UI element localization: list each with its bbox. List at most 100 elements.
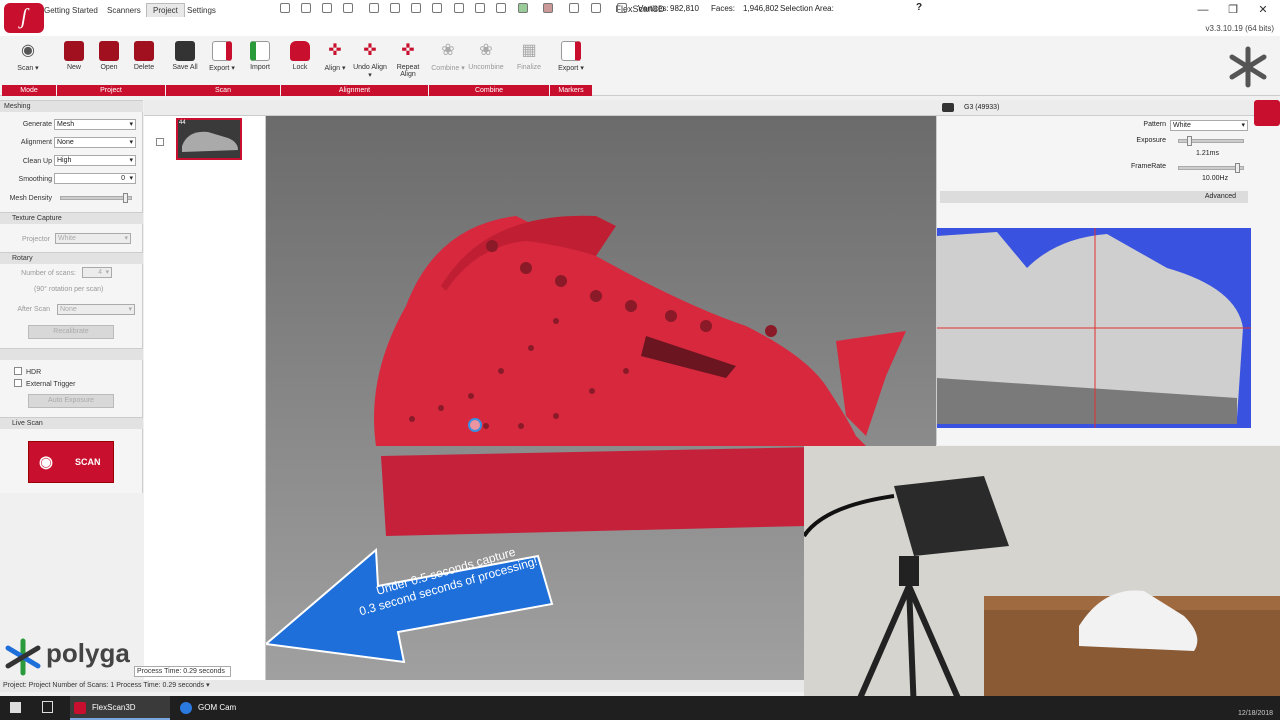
help-button[interactable]: ? (916, 2, 922, 13)
tab-scanners[interactable]: Scanners (101, 4, 147, 17)
maximize-button[interactable]: ❐ (1220, 2, 1246, 18)
section-live-scan[interactable]: Live Scan (0, 417, 143, 429)
repeat-align-label: Repeat Align (396, 64, 420, 78)
save-all-button[interactable]: Save All (167, 39, 203, 85)
shoe-thumbnail-icon (182, 131, 238, 152)
view-top-icon[interactable] (343, 3, 353, 13)
tab-project[interactable]: Project (146, 3, 185, 17)
tab-getting-started[interactable]: Getting Started (38, 4, 104, 17)
scan-mode-button[interactable]: ◉ Scan ▾ (8, 39, 48, 85)
section-meshing[interactable]: Meshing (0, 100, 143, 112)
tab-settings[interactable]: Settings (181, 4, 222, 17)
taskbar-gom-cam[interactable]: GOM Cam (176, 696, 276, 720)
alignment-label: Alignment (20, 139, 52, 146)
smoothing-label: Smoothing (18, 176, 52, 183)
rotation-note: (90° rotation per scan) (34, 286, 104, 293)
mesh-density-label: Mesh Density (9, 195, 52, 202)
rect-select-icon[interactable] (475, 3, 485, 13)
view-side-icon[interactable] (322, 3, 332, 13)
mesh-density-knob[interactable] (123, 193, 128, 203)
scan-thumbnail[interactable]: 44 (176, 118, 242, 160)
alignment-select[interactable]: None (54, 137, 136, 148)
rotate-icon[interactable] (496, 3, 506, 13)
auto-exposure-button[interactable]: Auto Exposure (28, 394, 114, 408)
fit-icon[interactable] (411, 3, 421, 13)
framerate-slider[interactable] (1178, 163, 1244, 173)
windows-start-icon[interactable] (10, 702, 21, 713)
projector-select[interactable]: White (55, 233, 131, 244)
lock-button[interactable]: Lock (282, 39, 318, 85)
pattern-select[interactable]: White (1170, 120, 1248, 131)
delete-label: Delete (133, 64, 155, 71)
open-button[interactable]: Open (91, 39, 127, 85)
camera-icon[interactable] (942, 103, 954, 112)
polyga-wordmark: polyga (46, 638, 130, 668)
group-markers: Markers (550, 85, 592, 96)
scan-visibility-checkbox[interactable] (156, 138, 168, 147)
viewport-toolbar (144, 100, 936, 116)
export-button[interactable]: Export ▾ (204, 39, 240, 85)
delete-button[interactable]: Delete (126, 39, 162, 85)
taskbar-flexscan3d-label: FlexScan3D (92, 703, 136, 712)
generate-select[interactable]: Mesh (54, 119, 136, 130)
framerate-label: FrameRate (1130, 163, 1166, 170)
view-iso-icon[interactable] (280, 3, 290, 13)
combine-icon: ❀ (441, 42, 455, 59)
advanced-toggle[interactable]: Advanced (940, 191, 1248, 203)
cleanup-select[interactable]: High (54, 155, 136, 166)
app-logo[interactable]: ʃ (4, 3, 44, 33)
exposure-slider[interactable] (1178, 136, 1244, 146)
repeat-align-icon: ✜ (401, 42, 415, 59)
taskbar-flexscan3d[interactable]: FlexScan3D (70, 696, 170, 720)
camera-name: G3 (49933) (964, 104, 1000, 111)
num-scans-spinner[interactable]: 4 (82, 267, 112, 278)
repeat-align-button[interactable]: ✜ Repeat Align (390, 39, 426, 85)
process-time-tooltip: Process Time: 0.29 seconds (134, 666, 231, 677)
hdr-checkbox[interactable]: HDR (14, 367, 41, 376)
smoothing-spinner[interactable]: 0 (54, 173, 136, 184)
framerate-knob[interactable] (1235, 163, 1240, 173)
after-scan-select[interactable]: None (57, 304, 135, 315)
move-icon[interactable] (617, 3, 627, 13)
new-button[interactable]: New (56, 39, 92, 85)
combine-button[interactable]: ❀ Combine ▾ (430, 39, 466, 85)
recalibrate-button[interactable]: Recalibrate (28, 325, 114, 339)
after-scan-label: After Scan (17, 306, 50, 313)
close-button[interactable]: ✕ (1250, 2, 1276, 18)
undo-align-label: Undo Align ▾ (353, 64, 387, 79)
play-icon[interactable] (569, 3, 579, 13)
exposure-label: Exposure (1136, 137, 1166, 144)
grid-icon[interactable] (390, 3, 400, 13)
generate-label: Generate (22, 121, 52, 128)
finalize-button[interactable]: ▦ Finalize (511, 39, 547, 85)
uncombine-button[interactable]: ❀ Uncombine (468, 39, 504, 85)
section-texture-capture[interactable]: Texture Capture (0, 212, 143, 224)
stop-icon[interactable] (591, 3, 601, 13)
mesh-density-slider[interactable] (60, 193, 132, 203)
external-trigger-checkbox[interactable]: External Trigger (14, 379, 75, 388)
align-icon: ✜ (328, 42, 342, 59)
new-project-icon (64, 41, 84, 61)
section-rotary[interactable]: Rotary (0, 252, 143, 264)
light-icon[interactable] (369, 3, 379, 13)
markers-export-button[interactable]: Export ▾ (553, 39, 589, 85)
gom-cam-app-icon (180, 702, 192, 714)
cut-icon[interactable] (543, 3, 553, 13)
exposure-knob[interactable] (1187, 136, 1192, 146)
task-view-icon[interactable] (42, 701, 53, 713)
vertices-value: 982,810 (670, 4, 699, 13)
texture-icon[interactable] (518, 3, 528, 13)
shutter-icon[interactable] (1254, 100, 1280, 126)
minimize-button[interactable]: — (1190, 2, 1216, 18)
undo-align-button[interactable]: ✜ Undo Align ▾ (352, 39, 388, 85)
num-scans-label: Number of scans: (21, 270, 76, 277)
align-button[interactable]: ✜ Align ▾ (317, 39, 353, 85)
scan-button[interactable]: ◉ SCAN (28, 441, 114, 483)
axes-icon[interactable] (432, 3, 442, 13)
save-disk-icon (175, 41, 195, 61)
faces-label: Faces: (711, 4, 736, 13)
view-front-icon[interactable] (301, 3, 311, 13)
import-button[interactable]: Import (242, 39, 278, 85)
select-icon[interactable] (454, 3, 464, 13)
taskbar-date: 12/18/2018 (1238, 710, 1274, 717)
